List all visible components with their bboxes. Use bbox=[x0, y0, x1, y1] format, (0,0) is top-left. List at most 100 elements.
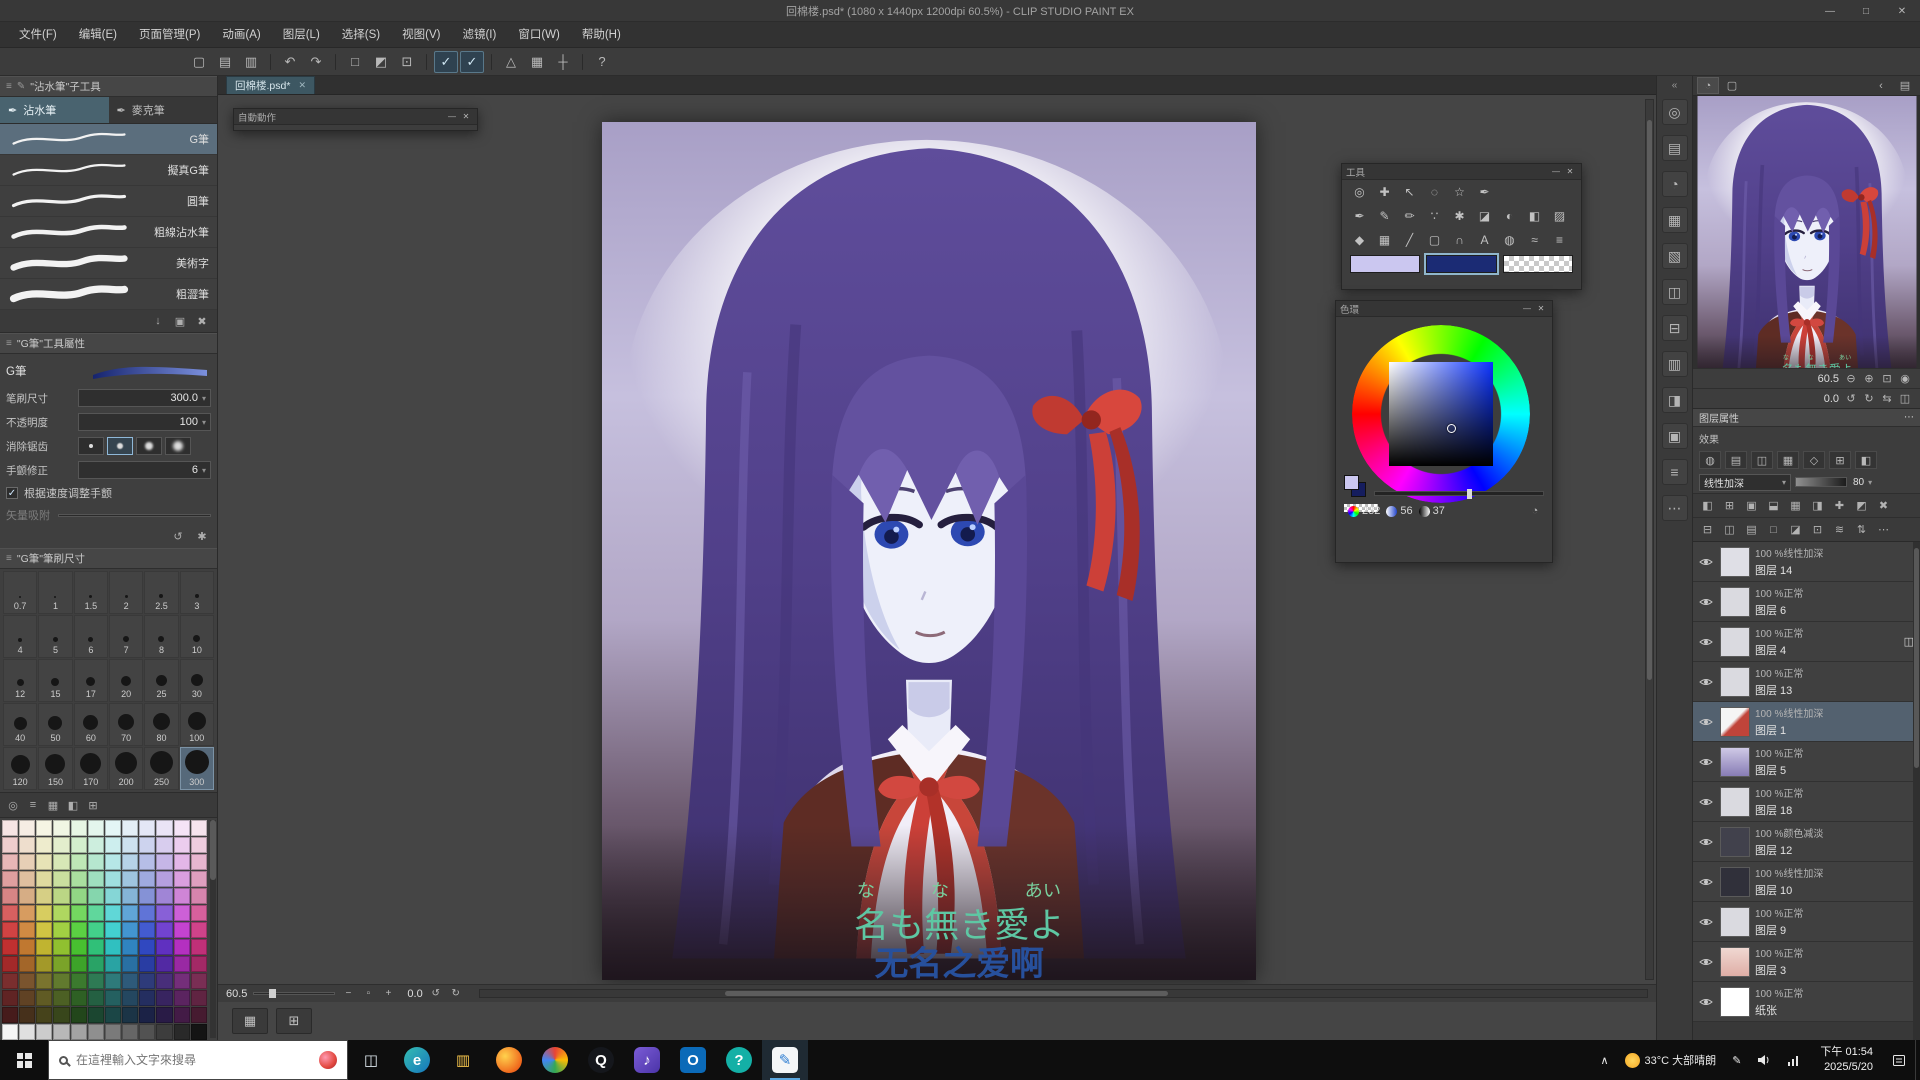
color-swatch[interactable] bbox=[105, 922, 121, 938]
color-swatch[interactable] bbox=[2, 905, 18, 921]
menubar-item[interactable]: 窗口(W) bbox=[507, 22, 571, 48]
layer-name[interactable]: 纸张 bbox=[1755, 1002, 1916, 1018]
color-swatch[interactable] bbox=[139, 837, 155, 853]
color-swatch[interactable] bbox=[53, 939, 69, 955]
action-panel-icon[interactable]: ≡ bbox=[1662, 459, 1688, 485]
layer-name[interactable]: 图层 12 bbox=[1755, 842, 1916, 858]
color-swatch[interactable] bbox=[71, 939, 87, 955]
duplicate-subtool-icon[interactable]: ▣ bbox=[171, 312, 189, 330]
brush-size-cell[interactable]: 70 bbox=[109, 703, 143, 746]
minimize-icon[interactable]: — bbox=[1520, 303, 1534, 315]
link-mask-icon[interactable]: ⊡ bbox=[1807, 520, 1828, 539]
brush-tool[interactable]: ✏ bbox=[1398, 206, 1421, 226]
rotate-right-button[interactable]: ↻ bbox=[449, 987, 463, 1001]
tray-expand-chevron[interactable]: ∧ bbox=[1593, 1040, 1615, 1080]
subview-tab-icon[interactable]: ▢ bbox=[1721, 77, 1743, 94]
material-panel-icon[interactable]: ▤ bbox=[1662, 135, 1688, 161]
color-swatch[interactable] bbox=[71, 905, 87, 921]
color-swatch[interactable] bbox=[88, 854, 104, 870]
color-swatch[interactable] bbox=[156, 990, 172, 1006]
blend-tool[interactable]: ◐ bbox=[1498, 206, 1521, 226]
invert-selection-icon[interactable]: ◩ bbox=[369, 51, 393, 73]
brush-size-cell[interactable]: 1.5 bbox=[74, 571, 108, 614]
fill-tool[interactable]: ◧ bbox=[1523, 206, 1546, 226]
color-swatch[interactable] bbox=[71, 871, 87, 887]
图层 3[interactable]: 100 %正常 图层 3 ◫ bbox=[1693, 942, 1920, 982]
color-swatch[interactable] bbox=[156, 854, 172, 870]
color-swatch[interactable] bbox=[156, 837, 172, 853]
color-swatch[interactable] bbox=[2, 973, 18, 989]
taskbar-app-help[interactable]: ? bbox=[716, 1040, 762, 1080]
brush-size-cell[interactable]: 100 bbox=[180, 703, 214, 746]
antialias-weak-button[interactable] bbox=[107, 437, 133, 455]
zoom-slider[interactable] bbox=[253, 992, 335, 995]
pen-tool[interactable]: ✒ bbox=[1348, 206, 1371, 226]
color-swatch[interactable] bbox=[122, 837, 138, 853]
color-swatch[interactable] bbox=[53, 922, 69, 938]
undo-icon[interactable]: ↶ bbox=[278, 51, 302, 73]
saturation-value-square[interactable] bbox=[1389, 362, 1493, 466]
color-swatch[interactable] bbox=[2, 820, 18, 836]
weather-widget[interactable]: 33°C 大部晴朗 bbox=[1618, 1040, 1724, 1080]
main-color-chip[interactable] bbox=[1350, 255, 1420, 273]
grid-icon[interactable]: ▦ bbox=[525, 51, 549, 73]
subtool-panel-header[interactable]: ≡ ✎ "沾水筆"子工具 bbox=[0, 76, 217, 97]
stabilization-input[interactable]: 6 ▾ bbox=[78, 461, 211, 479]
drawing-color-chip[interactable] bbox=[1426, 255, 1496, 273]
selection-tool[interactable]: ◌ bbox=[1423, 182, 1446, 202]
color-swatch[interactable] bbox=[2, 837, 18, 853]
color-swatch[interactable] bbox=[105, 956, 121, 972]
color-swatch[interactable] bbox=[191, 905, 207, 921]
correction-tool[interactable]: ≡ bbox=[1548, 230, 1571, 250]
layer-name[interactable]: 图层 13 bbox=[1755, 682, 1916, 698]
color-set-tab-icon[interactable]: ▦ bbox=[44, 796, 62, 814]
color-swatch[interactable] bbox=[191, 888, 207, 904]
color-swatch[interactable] bbox=[191, 1007, 207, 1023]
actual-size-icon[interactable]: ◉ bbox=[1896, 371, 1914, 387]
color-swatch[interactable] bbox=[2, 922, 18, 938]
draft-layer-icon[interactable]: ▤ bbox=[1741, 520, 1762, 539]
layer-name[interactable]: 图层 5 bbox=[1755, 762, 1916, 778]
menubar-item[interactable]: 选择(S) bbox=[331, 22, 391, 48]
menubar-item[interactable]: 文件(F) bbox=[8, 22, 68, 48]
visibility-eye-icon[interactable] bbox=[1697, 557, 1715, 567]
color-swatch[interactable] bbox=[105, 1007, 121, 1023]
canvas-horizontal-scrollbar[interactable] bbox=[479, 989, 1648, 998]
figure-tool[interactable]: ◆ bbox=[1348, 230, 1371, 250]
color-swatch[interactable] bbox=[191, 973, 207, 989]
color-swatch[interactable] bbox=[105, 837, 121, 853]
brush-size-input[interactable]: 300.0 ▾ bbox=[78, 389, 211, 407]
color-swatch[interactable] bbox=[19, 820, 35, 836]
brush-size-cell[interactable]: 60 bbox=[74, 703, 108, 746]
visibility-eye-icon[interactable] bbox=[1697, 717, 1715, 727]
color-swatch[interactable] bbox=[19, 939, 35, 955]
color-swatch[interactable] bbox=[36, 1007, 52, 1023]
blend-mode-dropdown[interactable]: 线性加深 ▾ bbox=[1699, 474, 1791, 491]
color-swatch[interactable] bbox=[122, 1007, 138, 1023]
color-swatch[interactable] bbox=[2, 871, 18, 887]
rotate-canvas-icon[interactable]: △ bbox=[499, 51, 523, 73]
color-swatch[interactable] bbox=[122, 820, 138, 836]
liquify-tool[interactable]: ≈ bbox=[1523, 230, 1546, 250]
图层 14[interactable]: 100 %线性加深 图层 14 ◫ bbox=[1693, 542, 1920, 582]
layer-name[interactable]: 图层 6 bbox=[1755, 602, 1916, 618]
图层 1[interactable]: 100 %线性加深 图层 1 ◫ bbox=[1693, 702, 1920, 742]
color-swatch[interactable] bbox=[2, 990, 18, 1006]
chevron-down-icon[interactable]: ▾ bbox=[1868, 478, 1872, 487]
color-swatch[interactable] bbox=[156, 820, 172, 836]
color-swatch[interactable] bbox=[105, 820, 121, 836]
item-bank-panel-icon[interactable]: ▥ bbox=[1662, 351, 1688, 377]
color-swatch[interactable] bbox=[156, 888, 172, 904]
color-swatch[interactable] bbox=[105, 1024, 121, 1040]
separator[interactable] bbox=[491, 54, 492, 70]
color-swatch[interactable] bbox=[174, 820, 190, 836]
taskbar-app-clipstudio[interactable]: ✎ bbox=[762, 1040, 808, 1080]
panel-menu-icon[interactable]: ≡ bbox=[6, 81, 12, 92]
vector-snap-slider[interactable] bbox=[58, 514, 211, 517]
layer-name[interactable]: 图层 14 bbox=[1755, 562, 1916, 578]
color-swatch[interactable] bbox=[19, 888, 35, 904]
subtool-tab[interactable]: ✒ 沾水筆 bbox=[0, 97, 109, 123]
layer-thumbnail[interactable] bbox=[1720, 667, 1750, 697]
color-swatch[interactable] bbox=[71, 854, 87, 870]
minimize-button[interactable]: — bbox=[1812, 0, 1848, 22]
